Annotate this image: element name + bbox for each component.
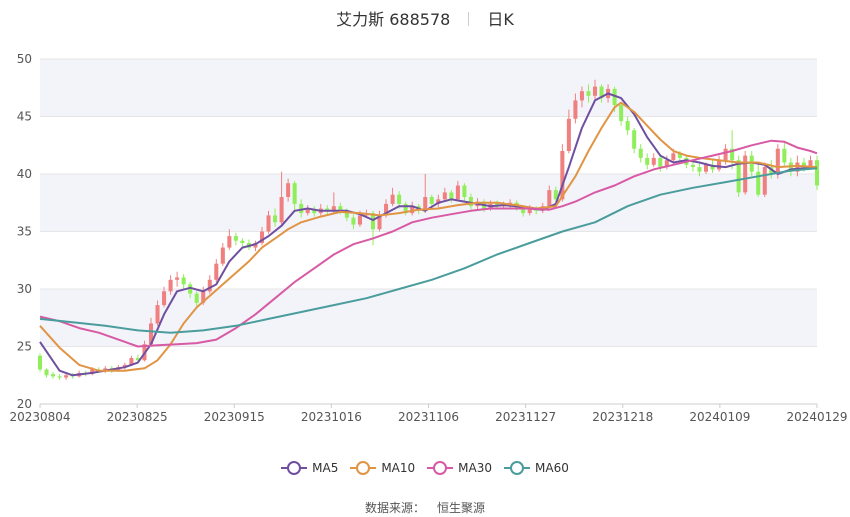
candle-body [717, 160, 722, 170]
candle-body [64, 375, 69, 378]
candle-body [455, 185, 460, 200]
legend-marker [350, 461, 377, 475]
y-tick-label: 25 [17, 340, 32, 354]
candle-body [305, 209, 310, 214]
candle-body [351, 217, 356, 225]
candle-body [37, 355, 43, 370]
candle-body [658, 157, 663, 168]
legend-label: MA60 [535, 461, 569, 475]
legend-item-ma5[interactable]: MA5 [281, 461, 338, 475]
x-tick-label: 20230804 [9, 410, 70, 424]
legend-label: MA30 [458, 461, 493, 475]
legend-item-ma10[interactable]: MA10 [350, 461, 415, 475]
candle-body [357, 215, 362, 225]
candle-body [292, 183, 297, 204]
candle-body [573, 100, 578, 119]
candle-body [632, 130, 637, 149]
y-tick-label: 20 [17, 397, 32, 411]
candle-body [586, 91, 591, 96]
candle-body [697, 167, 702, 172]
candle-body [619, 105, 624, 122]
data-source: 数据来源： 恒生聚源 [0, 499, 850, 516]
candle-body [397, 194, 402, 204]
candle-body [625, 121, 630, 131]
candle-body [645, 157, 650, 165]
x-tick-label: 20231106 [398, 410, 459, 424]
candle-body [547, 190, 552, 207]
legend-marker [504, 461, 531, 475]
candle-body [240, 240, 245, 243]
candle-body [57, 376, 62, 378]
candle-body [671, 153, 676, 161]
source-label: 数据来源： [364, 501, 425, 515]
candle-body [168, 279, 173, 292]
candle-body [273, 215, 278, 223]
candle-body [703, 164, 709, 172]
x-tick-label: 20240109 [689, 410, 750, 424]
candle-body [279, 197, 284, 223]
x-tick-label: 20231016 [301, 410, 362, 424]
candle-body [723, 148, 728, 161]
candle-body [214, 263, 219, 280]
candle-body [220, 247, 225, 264]
x-tick-label: 20231218 [592, 410, 653, 424]
legend-marker [281, 461, 308, 475]
x-tick-label: 20240129 [786, 410, 847, 424]
candle-body [638, 148, 643, 158]
y-tick-label: 40 [17, 167, 32, 181]
legend-marker [427, 461, 454, 475]
candle-body [743, 155, 748, 193]
legend-label: MA10 [381, 461, 416, 475]
x-tick-label: 20230915 [204, 410, 265, 424]
candle-body [390, 194, 395, 204]
legend-label: MA5 [312, 461, 339, 475]
legend-item-ma30[interactable]: MA30 [427, 461, 492, 475]
candle-body [762, 167, 767, 195]
candle-body [690, 164, 695, 168]
y-tick-label: 45 [17, 110, 32, 124]
candle-body [782, 148, 787, 163]
candle-body [462, 185, 467, 197]
candle-body [775, 148, 780, 174]
candle-body [286, 183, 291, 197]
candle-body [429, 197, 434, 204]
candle-body [442, 192, 447, 200]
source-provider: 恒生聚源 [437, 501, 486, 515]
candle-body [181, 277, 186, 285]
candle-body [175, 277, 180, 280]
candle-body [566, 118, 571, 151]
x-tick-label: 20231127 [495, 410, 556, 424]
candle-body [162, 291, 167, 306]
candle-body [51, 374, 56, 377]
grid-band [40, 174, 817, 232]
candle-body [155, 305, 160, 324]
candle-body [44, 369, 49, 376]
legend: MA5 MA10 MA30 MA60 [0, 458, 850, 475]
grid-band [40, 59, 817, 117]
candle-body [266, 215, 271, 232]
candle-body [194, 293, 199, 303]
legend-item-ma60[interactable]: MA60 [504, 461, 569, 475]
x-tick-label: 20230825 [107, 410, 168, 424]
candle-body [227, 236, 232, 248]
candle-body [579, 91, 584, 101]
y-tick-label: 50 [17, 52, 32, 66]
candle-body [233, 236, 238, 241]
y-tick-label: 30 [17, 282, 32, 296]
candle-body [449, 192, 454, 200]
candle-body [592, 86, 598, 96]
candle-body [651, 157, 656, 165]
y-tick-label: 35 [17, 225, 32, 239]
candle-body [814, 160, 820, 186]
candlestick-chart: 20 25 30 35 40 45 50 20230804 20230825 20230915 20… [9, 52, 847, 424]
